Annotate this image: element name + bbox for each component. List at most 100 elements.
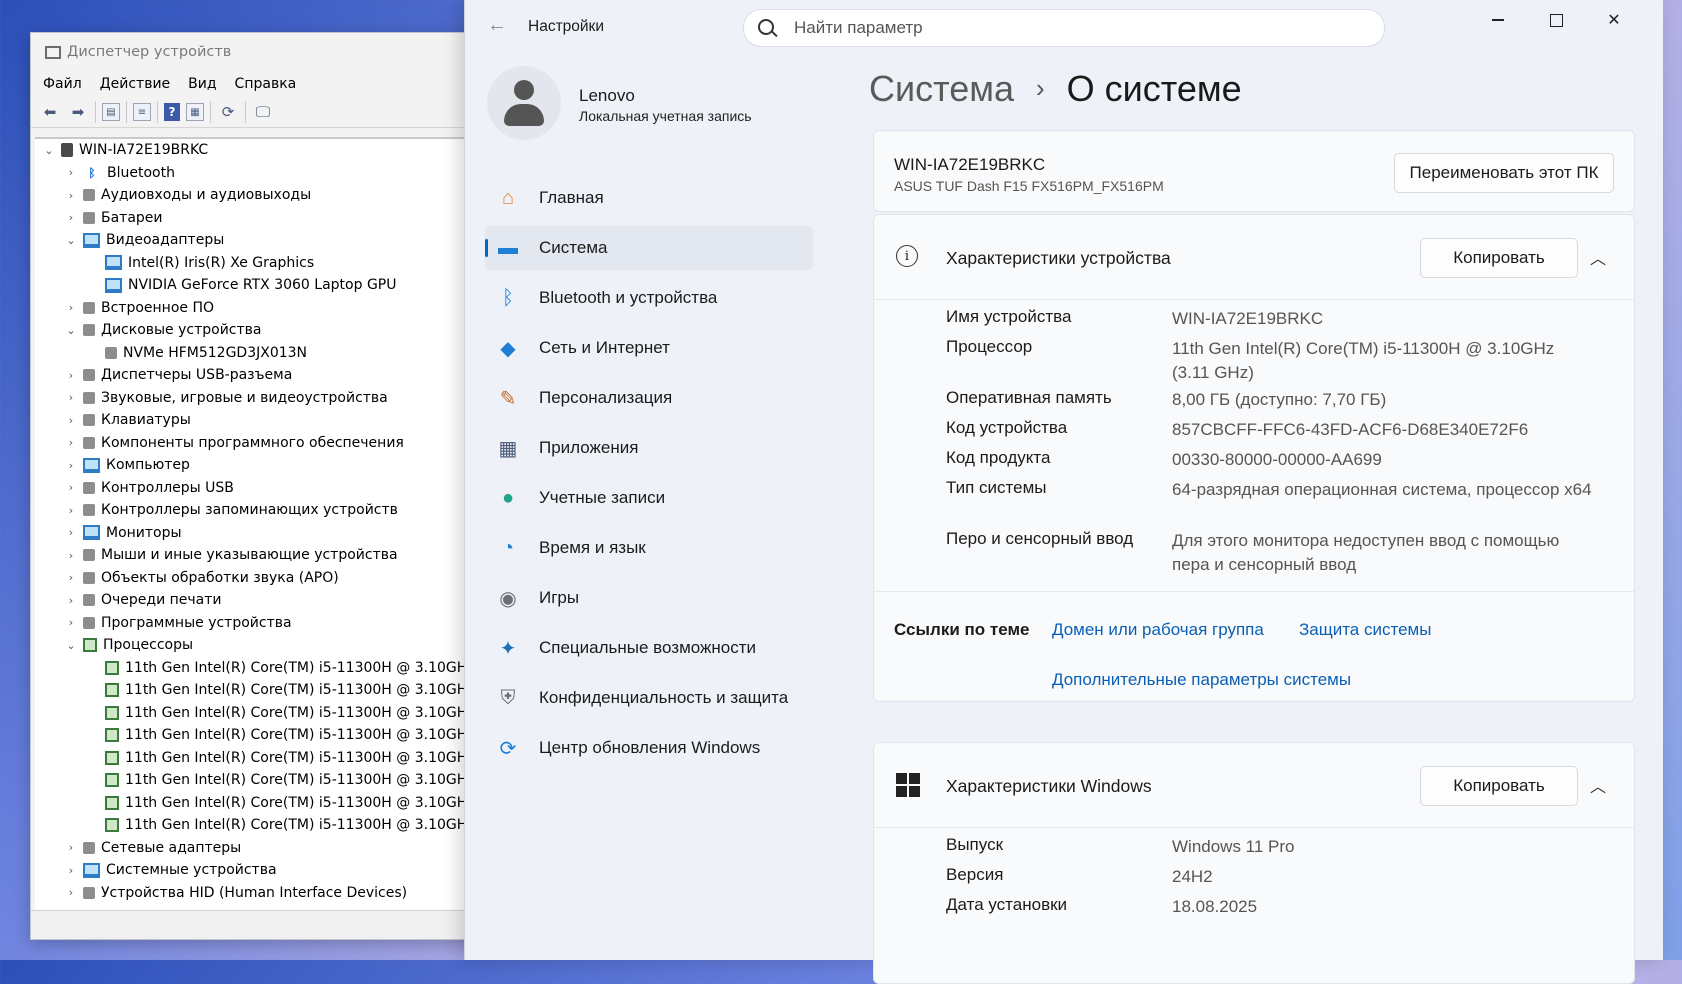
update-driver-icon[interactable]: ⟳ bbox=[217, 101, 239, 123]
copy-windows-specs-button[interactable]: Копировать bbox=[1420, 766, 1578, 806]
chevron-right-icon[interactable]: › bbox=[63, 459, 79, 472]
minimize-button[interactable] bbox=[1469, 6, 1527, 34]
tree-item[interactable]: › Устройства HID (Human Interface Devices… bbox=[35, 882, 501, 905]
tree-item[interactable]: › ᛒ Bluetooth bbox=[35, 162, 501, 185]
tree-item[interactable]: 11th Gen Intel(R) Core(TM) i5-11300H @ 3… bbox=[35, 679, 501, 702]
tree-item[interactable]: › Звуковые, игровые и видеоустройства bbox=[35, 387, 501, 410]
tree-item[interactable]: NVMe HFM512GD3JX013N bbox=[35, 342, 501, 365]
spec-value: 857CBCFF-FFC6-43FD-ACF6-D68E340E72F6 bbox=[1172, 420, 1529, 439]
chevron-right-icon[interactable]: › bbox=[63, 594, 79, 607]
details-icon[interactable]: ▦ bbox=[186, 103, 204, 121]
properties-view-icon[interactable]: ▤ bbox=[102, 103, 120, 121]
maximize-button[interactable] bbox=[1527, 6, 1585, 34]
nav-item[interactable]: ⟳ Центр обновления Windows bbox=[485, 726, 813, 770]
tree-item[interactable]: › Сетевые адаптеры bbox=[35, 837, 501, 860]
tree-item[interactable]: 11th Gen Intel(R) Core(TM) i5-11300H @ 3… bbox=[35, 724, 501, 747]
chevron-down-icon[interactable]: ⌄ bbox=[41, 144, 57, 157]
tree-item[interactable]: › Компоненты программного обеспечения bbox=[35, 432, 501, 455]
chevron-right-icon[interactable]: › bbox=[63, 189, 79, 202]
close-button[interactable]: ✕ bbox=[1585, 6, 1643, 34]
tree-item[interactable]: NVIDIA GeForce RTX 3060 Laptop GPU bbox=[35, 274, 501, 297]
tree-item[interactable]: › Мониторы bbox=[35, 522, 501, 545]
chevron-right-icon[interactable]: › bbox=[63, 391, 79, 404]
chevron-right-icon[interactable]: › bbox=[63, 504, 79, 517]
chevron-up-icon[interactable]: ︿ bbox=[1590, 773, 1606, 797]
tree-item[interactable]: › Компьютер bbox=[35, 454, 501, 477]
forward-arrow-icon[interactable]: ➡ bbox=[67, 101, 89, 123]
nav-item[interactable]: ✎ Персонализация bbox=[485, 376, 813, 420]
windows-specs-header[interactable]: Характеристики Windows Копировать ︿ bbox=[874, 743, 1634, 828]
tree-item[interactable]: › Системные устройства bbox=[35, 859, 501, 882]
search-input[interactable] bbox=[792, 16, 1356, 40]
tree-item[interactable]: › Батареи bbox=[35, 207, 501, 230]
chevron-down-icon[interactable]: ⌄ bbox=[63, 234, 79, 247]
device-specs-header[interactable]: i Характеристики устройства Копировать ︿ bbox=[874, 215, 1634, 300]
breadcrumb: Система › О системе bbox=[869, 68, 1242, 110]
copy-device-specs-button[interactable]: Копировать bbox=[1420, 238, 1578, 278]
nav-item[interactable]: ▦ Приложения bbox=[485, 426, 813, 470]
domain-workgroup-link[interactable]: Домен или рабочая группа bbox=[1052, 620, 1264, 640]
menu-file[interactable]: Файл bbox=[43, 76, 82, 92]
back-arrow-icon[interactable]: ← bbox=[487, 14, 515, 42]
search-box[interactable] bbox=[743, 9, 1385, 47]
nav-item[interactable]: ✦ Специальные возможности bbox=[485, 626, 813, 670]
scan-hardware-icon[interactable]: 🖵 bbox=[252, 101, 274, 123]
tree-item[interactable]: › Контроллеры запоминающих устройств bbox=[35, 499, 501, 522]
chevron-right-icon[interactable]: › bbox=[63, 864, 79, 877]
chevron-right-icon[interactable]: › bbox=[63, 414, 79, 427]
tree-item[interactable]: › Аудиовходы и аудиовыходы bbox=[35, 184, 501, 207]
nav-item[interactable]: ▬ Система bbox=[485, 226, 813, 270]
chevron-down-icon[interactable]: ⌄ bbox=[63, 324, 79, 337]
nav-item[interactable]: ● Учетные записи bbox=[485, 476, 813, 520]
nav-item[interactable]: ᛒ Bluetooth и устройства bbox=[485, 276, 813, 320]
menu-help[interactable]: Справка bbox=[235, 76, 297, 92]
tree-item[interactable]: › Диспетчеры USB-разъема bbox=[35, 364, 501, 387]
chevron-right-icon[interactable]: › bbox=[63, 616, 79, 629]
tree-item[interactable]: ⌄ WIN-IA72E19BRKC bbox=[35, 139, 501, 162]
list-view-icon[interactable]: ≡ bbox=[133, 103, 151, 121]
advanced-system-settings-link[interactable]: Дополнительные параметры системы bbox=[1052, 670, 1351, 690]
tree-item[interactable]: 11th Gen Intel(R) Core(TM) i5-11300H @ 3… bbox=[35, 792, 501, 815]
tree-item[interactable]: ⌄ Процессоры bbox=[35, 634, 501, 657]
tree-item[interactable]: 11th Gen Intel(R) Core(TM) i5-11300H @ 3… bbox=[35, 769, 501, 792]
chevron-down-icon[interactable]: ⌄ bbox=[63, 639, 79, 652]
tree-item[interactable]: Intel(R) Iris(R) Xe Graphics bbox=[35, 252, 501, 275]
system-protection-link[interactable]: Защита системы bbox=[1299, 620, 1431, 640]
nav-item[interactable]: ⛨ Конфиденциальность и защита bbox=[485, 676, 813, 720]
tree-item[interactable]: 11th Gen Intel(R) Core(TM) i5-11300H @ 3… bbox=[35, 747, 501, 770]
tree-item[interactable]: ⌄ Дисковые устройства bbox=[35, 319, 501, 342]
tree-item[interactable]: 11th Gen Intel(R) Core(TM) i5-11300H @ 3… bbox=[35, 814, 501, 837]
back-arrow-icon[interactable]: ⬅ bbox=[39, 101, 61, 123]
chevron-right-icon[interactable]: › bbox=[63, 526, 79, 539]
tree-item[interactable]: › Мыши и иные указывающие устройства bbox=[35, 544, 501, 567]
nav-item[interactable]: ◆ Сеть и Интернет bbox=[485, 326, 813, 370]
chevron-up-icon[interactable]: ︿ bbox=[1590, 245, 1606, 269]
tree-item[interactable]: 11th Gen Intel(R) Core(TM) i5-11300H @ 3… bbox=[35, 702, 501, 725]
menu-view[interactable]: Вид bbox=[188, 76, 216, 92]
tree-item[interactable]: ⌄ Видеоадаптеры bbox=[35, 229, 501, 252]
chevron-right-icon[interactable]: › bbox=[63, 166, 79, 179]
menu-action[interactable]: Действие bbox=[100, 76, 170, 92]
chevron-right-icon[interactable]: › bbox=[63, 886, 79, 899]
nav-item[interactable]: ◔ Время и язык bbox=[485, 526, 813, 570]
breadcrumb-parent[interactable]: Система bbox=[869, 68, 1014, 109]
nav-item[interactable]: ◉ Игры bbox=[485, 576, 813, 620]
tree-item[interactable]: › Встроенное ПО bbox=[35, 297, 501, 320]
chevron-right-icon[interactable]: › bbox=[63, 369, 79, 382]
nav-item[interactable]: ⌂ Главная bbox=[485, 176, 813, 220]
tree-item[interactable]: › Клавиатуры bbox=[35, 409, 501, 432]
tree-item[interactable]: › Очереди печати bbox=[35, 589, 501, 612]
tree-item[interactable]: 11th Gen Intel(R) Core(TM) i5-11300H @ 3… bbox=[35, 657, 501, 680]
tree-item[interactable]: › Контроллеры USB bbox=[35, 477, 501, 500]
chevron-right-icon[interactable]: › bbox=[63, 549, 79, 562]
tree-item[interactable]: › Программные устройства bbox=[35, 612, 501, 635]
chevron-right-icon[interactable]: › bbox=[63, 211, 79, 224]
chevron-right-icon[interactable]: › bbox=[63, 841, 79, 854]
rename-pc-button[interactable]: Переименовать этот ПК bbox=[1394, 153, 1614, 193]
tree-item[interactable]: › Объекты обработки звука (APO) bbox=[35, 567, 501, 590]
chevron-right-icon[interactable]: › bbox=[63, 481, 79, 494]
chevron-right-icon[interactable]: › bbox=[63, 436, 79, 449]
help-icon[interactable]: ? bbox=[164, 103, 180, 121]
chevron-right-icon[interactable]: › bbox=[63, 571, 79, 584]
chevron-right-icon[interactable]: › bbox=[63, 301, 79, 314]
